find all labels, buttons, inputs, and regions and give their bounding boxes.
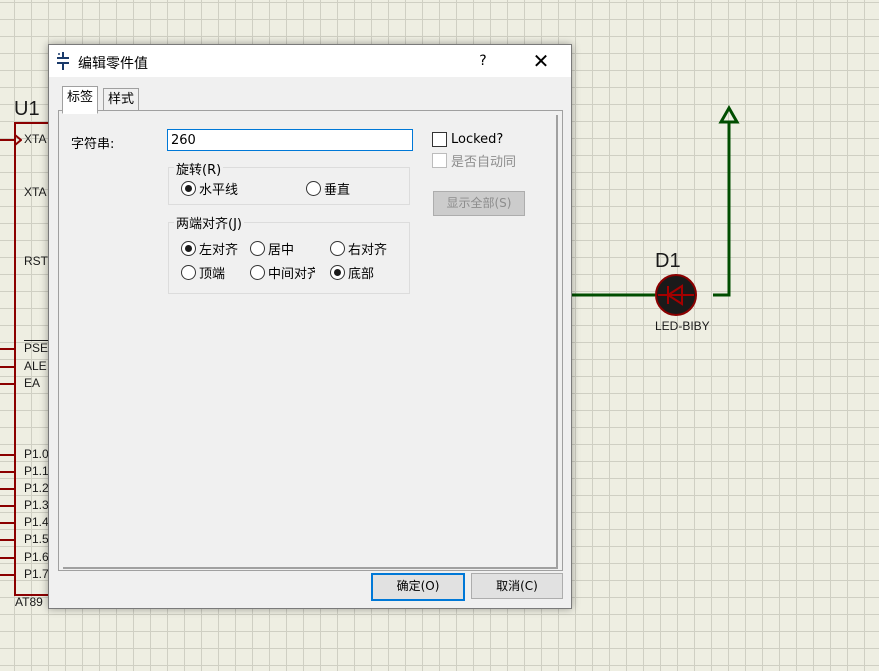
radio-indicator — [330, 265, 345, 280]
wire — [713, 122, 731, 297]
led-diode-icon[interactable] — [652, 274, 700, 318]
radio-indicator — [306, 181, 321, 196]
led-part-label: LED-BIBY — [655, 319, 710, 333]
radio-indicator — [250, 241, 265, 256]
rotation-vertical-radio[interactable]: 垂直 — [306, 179, 350, 198]
pin-line — [0, 574, 14, 576]
checkbox-box — [432, 153, 447, 168]
chip-part-label: AT89 — [15, 595, 43, 609]
pin-line — [0, 539, 14, 541]
show-all-button: 显示全部(S) — [433, 191, 525, 216]
locked-label: Locked? — [451, 132, 504, 147]
pin-label: PSE — [24, 341, 49, 355]
radio-label: 垂直 — [324, 183, 351, 198]
close-button[interactable]: ✕ — [523, 47, 559, 75]
align-middle-radio[interactable]: 中间对齐 — [250, 263, 315, 282]
radio-label: 中间对齐 — [268, 267, 315, 282]
radio-label: 左对齐 — [199, 243, 239, 258]
pin-label: P1.4 — [24, 515, 49, 529]
string-label: 字符串: — [71, 137, 115, 152]
led-reference-label: D1 — [655, 250, 681, 272]
pin-line — [0, 366, 14, 368]
radio-indicator — [181, 265, 196, 280]
auto-sync-label: 是否自动同 — [451, 155, 517, 170]
chip-reference-label: U1 — [14, 98, 40, 120]
pin-label: P1.1 — [24, 464, 49, 478]
align-top-radio[interactable]: 顶端 — [181, 263, 225, 282]
power-terminal-icon — [718, 104, 740, 124]
rotation-group-title: 旋转(R) — [174, 159, 224, 178]
rotation-horizontal-radio[interactable]: 水平线 — [181, 179, 238, 198]
pin-label: P1.2 — [24, 481, 49, 495]
ok-button[interactable]: 确定(O) — [371, 573, 465, 601]
radio-indicator — [181, 241, 196, 256]
align-center-radio[interactable]: 居中 — [250, 239, 294, 258]
dialog-title: 编辑零件值 — [78, 56, 148, 72]
radio-label: 右对齐 — [348, 243, 388, 258]
locked-checkbox[interactable]: Locked? — [432, 132, 503, 147]
pin-label: XTA — [24, 185, 47, 199]
align-bottom-radio[interactable]: 底部 — [330, 263, 374, 282]
pin-label: P1.3 — [24, 498, 49, 512]
radio-indicator — [250, 265, 265, 280]
radio-indicator — [330, 241, 345, 256]
checkbox-box — [432, 132, 447, 147]
app-icon — [57, 52, 69, 70]
dialog-titlebar[interactable]: 编辑零件值 ? ✕ — [49, 45, 571, 77]
pin-label: EA — [24, 376, 41, 390]
pin-label: P1.6 — [24, 550, 49, 564]
radio-label: 底部 — [348, 267, 375, 282]
auto-sync-checkbox: 是否自动同 — [432, 151, 516, 170]
pin-line — [0, 488, 14, 490]
pin-line — [0, 505, 14, 507]
pin-line — [0, 383, 14, 385]
alignment-group-title: 两端对齐(J) — [174, 213, 244, 232]
pin-label: XTA — [24, 132, 47, 146]
help-button[interactable]: ? — [467, 47, 499, 75]
pin-label: P1.7 — [24, 567, 49, 581]
clock-pin-arrow-icon — [14, 134, 22, 146]
pin-label: RST — [24, 254, 48, 268]
pin-line — [0, 557, 14, 559]
radio-label: 水平线 — [199, 183, 239, 198]
align-right-radio[interactable]: 右对齐 — [330, 239, 387, 258]
radio-label: 顶端 — [199, 267, 226, 282]
pin-line — [0, 139, 14, 141]
string-input[interactable] — [167, 129, 413, 151]
align-left-radio[interactable]: 左对齐 — [181, 239, 241, 258]
pin-line — [0, 454, 14, 456]
edit-component-dialog: 编辑零件值 ? ✕ 标签 样式 字符串: 旋转(R) 水平线 垂直 两端对齐(J… — [48, 44, 572, 609]
radio-label: 居中 — [268, 243, 295, 258]
cancel-button[interactable]: 取消(C) — [471, 573, 563, 599]
pin-line — [0, 348, 14, 350]
pin-label: ALE — [24, 359, 47, 373]
pin-label: P1.0 — [24, 447, 49, 461]
pin-line — [0, 522, 14, 524]
pin-line — [0, 471, 14, 473]
alignment-group — [168, 222, 410, 294]
tab-label[interactable]: 标签 — [62, 86, 99, 114]
pin-label: P1.5 — [24, 532, 49, 546]
radio-indicator — [181, 181, 196, 196]
